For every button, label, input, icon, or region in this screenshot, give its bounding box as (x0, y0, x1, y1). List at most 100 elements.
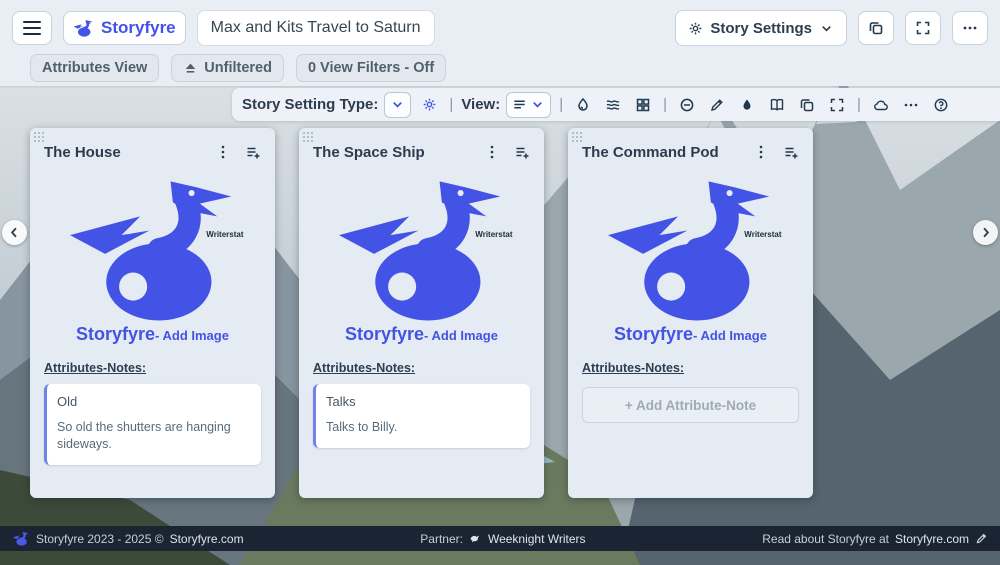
card-header: The Space Ship (299, 128, 544, 164)
card-image-placeholder: Writerstat (596, 172, 786, 324)
partner-label: Partner: (420, 531, 463, 546)
kebab-icon (759, 145, 763, 159)
logo-wordmark: Storyfyre (614, 324, 694, 344)
add-image-button[interactable]: Storyfyre - Add Image (299, 324, 544, 345)
logo-wordmark: Storyfyre (345, 324, 425, 344)
watermark-text: Writerstat (206, 230, 244, 239)
help-button[interactable] (929, 93, 953, 117)
storyfyre-logo-icon (73, 19, 94, 37)
waves-view-button[interactable] (601, 93, 625, 117)
story-setting-type-label: Story Setting Type: (242, 96, 379, 113)
chevron-down-icon (533, 102, 543, 108)
card-menu-button[interactable] (211, 140, 235, 164)
toolbar-divider: | (663, 96, 668, 113)
add-to-list-button[interactable] (779, 140, 803, 164)
hamburger-icon (23, 20, 41, 36)
card-title: The House (44, 143, 121, 161)
eject-filter-icon (185, 63, 196, 73)
add-image-label: - Add Image (693, 328, 767, 343)
fullscreen-icon (830, 98, 844, 111)
unfiltered-label: Unfiltered (204, 60, 272, 76)
list-icon (514, 100, 525, 109)
card-image-placeholder: Writerstat (327, 172, 517, 324)
brand-label: Storyfyre (101, 18, 176, 37)
card-menu-button[interactable] (480, 140, 504, 164)
add-to-list-button[interactable] (241, 140, 265, 164)
card-title: The Space Ship (313, 143, 425, 161)
attributes-notes-label: Attributes-Notes: (313, 361, 416, 375)
duplicate-view-button[interactable] (795, 93, 819, 117)
storyfyre-dragon-logo (58, 172, 248, 324)
footer-site-link[interactable]: Storyfyre.com (170, 532, 244, 546)
setting-card-the-space-ship: The Space Ship Writerstat Storyfyre - Ad… (299, 128, 544, 498)
card-menu-button[interactable] (749, 140, 773, 164)
carousel-next-button[interactable] (973, 220, 998, 245)
carousel-prev-button[interactable] (2, 220, 27, 245)
droplet-button[interactable] (735, 93, 759, 117)
toolbar-more-button[interactable] (899, 93, 923, 117)
view-label: View: (461, 96, 501, 113)
flame-view-button[interactable] (571, 93, 595, 117)
card-image-placeholder: Writerstat (58, 172, 248, 324)
reading-view-button[interactable] (765, 93, 789, 117)
cloud-sync-button[interactable] (869, 93, 893, 117)
view-toolbar: Story Setting Type: | View: | | | (232, 88, 1000, 121)
story-setting-type-select[interactable] (384, 91, 412, 118)
note-body: So old the shutters are hanging sideways… (57, 420, 231, 451)
hide-toggle-button[interactable] (675, 93, 699, 117)
fullscreen-button[interactable] (905, 11, 941, 45)
grid-view-button[interactable] (631, 93, 655, 117)
attribute-note[interactable]: Talks Talks to Billy. (313, 384, 530, 448)
more-options-button[interactable] (952, 11, 988, 45)
playlist-add-icon (247, 147, 260, 159)
chevron-down-icon (822, 25, 831, 32)
storyfyre-logo-icon (12, 531, 30, 546)
storyfyre-dragon-logo (327, 172, 517, 324)
unfiltered-chip[interactable]: Unfiltered (171, 54, 284, 82)
setting-card-the-house: The House Writerstat Storyfyre - Add Ima… (30, 128, 275, 498)
setting-cards-row: The House Writerstat Storyfyre - Add Ima… (30, 128, 813, 498)
footer-right: Read about Storyfyre at Storyfyre.com (762, 532, 988, 546)
drag-handle-icon[interactable] (34, 132, 46, 144)
bird-icon (470, 535, 480, 543)
partner-name-link[interactable]: Weeknight Writers (488, 532, 586, 546)
attribute-note[interactable]: Old So old the shutters are hanging side… (44, 384, 261, 465)
read-site-link[interactable]: Storyfyre.com (895, 532, 969, 546)
more-horizontal-icon (904, 103, 918, 106)
footer-center: Partner: Weeknight Writers (244, 532, 763, 546)
edit-button[interactable] (705, 93, 729, 117)
view-select[interactable] (506, 91, 552, 118)
menu-button[interactable] (12, 11, 52, 45)
watermark-text: Writerstat (744, 230, 782, 239)
expand-view-button[interactable] (825, 93, 849, 117)
playlist-add-icon (785, 147, 798, 159)
setting-shape-button[interactable] (417, 93, 441, 117)
kebab-icon (490, 145, 494, 159)
fullscreen-icon (916, 21, 930, 35)
copy-icon (869, 22, 883, 35)
app-window: Storyfyre Max and Kits Travel to Saturn … (0, 0, 1000, 565)
attributes-view-chip[interactable]: Attributes View (30, 54, 160, 82)
storyfyre-dragon-logo (596, 172, 786, 324)
attributes-notes-label: Attributes-Notes: (44, 361, 147, 375)
add-attribute-note-button[interactable]: + Add Attribute-Note (582, 387, 799, 423)
watermark-text: Writerstat (475, 230, 513, 239)
pencil-icon[interactable] (975, 532, 988, 545)
pencil-icon (711, 98, 723, 111)
footer-bar: Storyfyre 2023 - 2025 © Storyfyre.com Pa… (0, 526, 1000, 551)
filters-row: Attributes View Unfiltered 0 View Filter… (0, 46, 1000, 82)
cloud-icon (874, 100, 888, 110)
story-settings-button[interactable]: Story Settings (675, 10, 847, 46)
drag-handle-icon[interactable] (572, 132, 584, 144)
read-about-label: Read about Storyfyre at (762, 531, 889, 546)
drag-handle-icon[interactable] (303, 132, 315, 144)
add-image-label: - Add Image (155, 328, 229, 343)
add-image-button[interactable]: Storyfyre - Add Image (30, 324, 275, 345)
brand-button[interactable]: Storyfyre (63, 11, 186, 45)
duplicate-button[interactable] (858, 11, 894, 45)
logo-wordmark: Storyfyre (76, 324, 156, 344)
view-filters-chip[interactable]: 0 View Filters - Off (295, 54, 447, 82)
add-to-list-button[interactable] (510, 140, 534, 164)
droplet-icon (743, 99, 751, 110)
add-image-button[interactable]: Storyfyre - Add Image (568, 324, 813, 345)
